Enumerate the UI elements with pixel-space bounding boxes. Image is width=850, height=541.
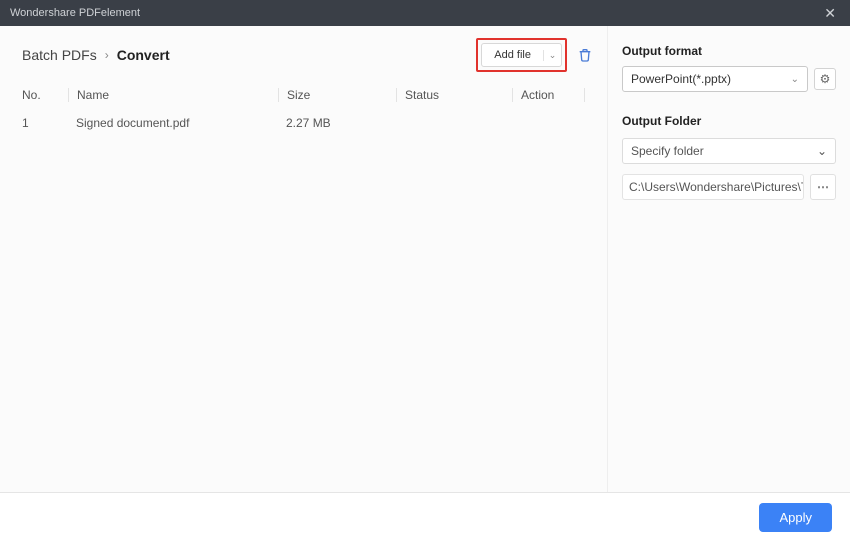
output-format-label: Output format <box>622 44 836 58</box>
output-folder-value: Specify folder <box>631 144 704 158</box>
add-file-label: Add file <box>482 49 543 61</box>
breadcrumb: Batch PDFs › Convert <box>22 47 170 63</box>
cell-name: Signed document.pdf <box>68 116 278 130</box>
left-pane: Batch PDFs › Convert Add file ⌄ <box>0 26 607 492</box>
breadcrumb-root[interactable]: Batch PDFs <box>22 47 97 63</box>
chevron-right-icon: › <box>105 48 109 62</box>
titlebar: Wondershare PDFelement ✕ <box>0 0 850 26</box>
cell-status <box>396 116 512 130</box>
add-file-highlight: Add file ⌄ <box>476 38 567 72</box>
content: Batch PDFs › Convert Add file ⌄ <box>0 26 850 493</box>
header-row: Batch PDFs › Convert Add file ⌄ <box>0 26 607 82</box>
cell-action <box>512 116 585 130</box>
apply-button[interactable]: Apply <box>759 503 832 532</box>
chevron-down-icon[interactable]: ⌄ <box>543 50 561 61</box>
col-header-name: Name <box>68 88 278 102</box>
col-header-action: Action <box>512 88 585 102</box>
close-icon[interactable]: ✕ <box>820 5 840 22</box>
gear-icon[interactable]: ⚙ <box>814 68 836 90</box>
app-title: Wondershare PDFelement <box>10 7 140 19</box>
header-actions: Add file ⌄ <box>476 38 593 72</box>
cell-no: 1 <box>22 116 68 130</box>
chevron-down-icon: ⌄ <box>791 74 799 85</box>
cell-size: 2.27 MB <box>278 116 396 130</box>
table-header: No. Name Size Status Action <box>0 82 607 108</box>
trash-icon[interactable] <box>577 47 593 63</box>
col-header-size: Size <box>278 88 396 102</box>
browse-folder-button[interactable]: ⋯ <box>810 174 836 200</box>
output-folder-label: Output Folder <box>622 114 836 128</box>
col-header-status: Status <box>396 88 512 102</box>
add-file-button[interactable]: Add file ⌄ <box>481 43 562 67</box>
output-format-value: PowerPoint(*.pptx) <box>631 72 731 86</box>
output-folder-path: C:\Users\Wondershare\Pictures\TLDR T <box>622 174 804 200</box>
right-pane: Output format PowerPoint(*.pptx) ⌄ ⚙ Out… <box>607 26 850 492</box>
col-header-no: No. <box>22 88 68 102</box>
chevron-down-icon: ⌄ <box>817 144 827 158</box>
output-format-select[interactable]: PowerPoint(*.pptx) ⌄ <box>622 66 808 92</box>
output-folder-select[interactable]: Specify folder ⌄ <box>622 138 836 164</box>
table-row[interactable]: 1 Signed document.pdf 2.27 MB <box>0 108 607 138</box>
breadcrumb-current: Convert <box>117 47 170 63</box>
footer: Apply <box>0 493 850 541</box>
